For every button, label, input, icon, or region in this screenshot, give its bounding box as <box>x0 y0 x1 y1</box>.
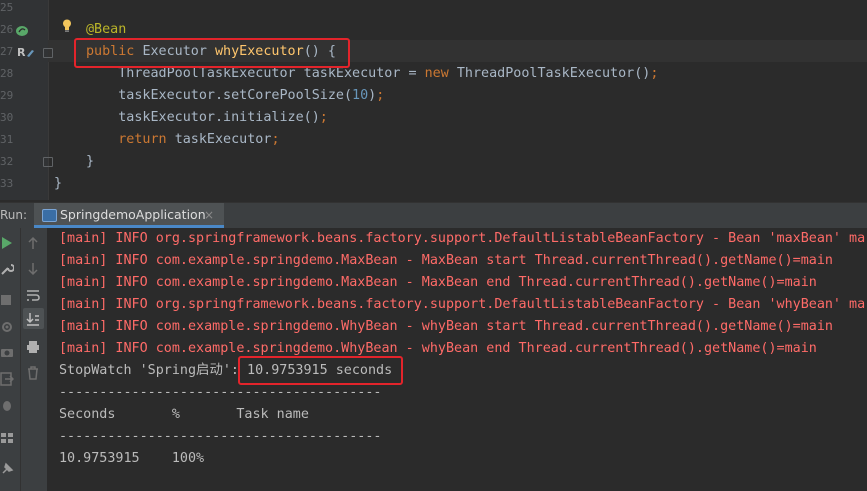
code-token: taskExecutor <box>174 132 272 147</box>
code-token: ; <box>319 110 328 125</box>
print-icon[interactable] <box>26 340 40 354</box>
line-number: 29 <box>0 89 14 102</box>
run-tab-label: SpringdemoApplication <box>60 207 206 222</box>
layout-icon[interactable] <box>0 432 14 444</box>
console-line: [main] INFO org.springframework.beans.fa… <box>59 297 867 312</box>
console-line: ---------------------------------------- <box>59 429 382 444</box>
code-line: taskExecutor.setCorePoolSize(10); <box>86 85 384 107</box>
fold-marker[interactable] <box>43 157 53 167</box>
line-number: 30 <box>0 111 14 124</box>
scroll-up-icon[interactable] <box>27 236 39 250</box>
wrench-icon[interactable] <box>0 262 14 276</box>
stop-icon[interactable] <box>0 294 12 306</box>
console-line: [main] INFO org.springframework.beans.fa… <box>59 231 867 246</box>
trash-icon[interactable] <box>26 366 40 380</box>
code-token: } <box>54 176 63 191</box>
code-token: taskExecutor.setCorePoolSize( <box>86 88 353 103</box>
line-number: 32 <box>0 155 14 168</box>
line-number: 28 <box>0 67 14 80</box>
run-toolbar <box>0 228 21 491</box>
run-label: Run: <box>0 208 28 222</box>
code-token: new <box>424 66 457 81</box>
console-toolbar <box>21 228 48 491</box>
code-line: return taskExecutor; <box>86 129 280 151</box>
debug-icon[interactable] <box>0 398 14 412</box>
tab-springdemo-application[interactable]: SpringdemoApplication × <box>34 203 224 228</box>
soft-wrap-icon[interactable] <box>26 288 40 302</box>
bean-gutter-icon[interactable] <box>15 24 29 37</box>
application-icon <box>42 209 57 222</box>
line-number: 25 <box>0 1 14 14</box>
console-line: Seconds % Task name <box>59 407 309 422</box>
code-token: @Bean <box>86 22 127 37</box>
console-line: ---------------------------------------- <box>59 385 382 400</box>
code-line: } <box>54 173 62 195</box>
code-token: taskExecutor.initialize() <box>86 110 320 125</box>
stopwatch-time-highlight <box>238 356 403 385</box>
console-line: 10.9753915 100% <box>59 451 205 466</box>
code-token: ; <box>650 66 659 81</box>
line-number: 27 <box>0 45 14 58</box>
exit-icon[interactable] <box>0 372 14 386</box>
camera-icon[interactable] <box>0 346 14 358</box>
scroll-to-end-icon[interactable] <box>26 312 40 326</box>
line-number: 31 <box>0 133 14 146</box>
method-signature-highlight <box>74 38 350 68</box>
run-tool-window-header: Run: SpringdemoApplication × <box>0 202 867 229</box>
code-token: ; <box>271 132 280 147</box>
svg-text:R: R <box>17 46 26 59</box>
settings-icon[interactable] <box>0 320 14 334</box>
code-line: } <box>86 151 94 173</box>
close-icon[interactable]: × <box>204 203 214 227</box>
code-token: ; <box>376 88 385 103</box>
code-editor[interactable]: 25 26 27 28 29 30 31 32 33 @Bean public Executor … <box>0 0 867 200</box>
override-gutter-icon[interactable]: R <box>17 45 35 59</box>
pin-icon[interactable] <box>0 462 14 476</box>
line-number: 26 <box>0 23 14 36</box>
console-output[interactable]: [main] INFO org.springframework.beans.fa… <box>48 228 867 491</box>
code-line: taskExecutor.initialize(); <box>86 107 328 129</box>
line-number: 33 <box>0 177 14 190</box>
console-line: [main] INFO com.example.springdemo.WhyBe… <box>59 319 833 334</box>
lightbulb-icon[interactable] <box>62 19 72 32</box>
console-line: [main] INFO com.example.springdemo.MaxBe… <box>59 253 833 268</box>
code-token: ThreadPoolTaskExecutor() <box>456 66 651 81</box>
code-token: 10 <box>352 88 369 103</box>
code-token: } <box>86 154 95 169</box>
rerun-icon[interactable] <box>1 236 13 250</box>
console-line: [main] INFO com.example.springdemo.WhyBe… <box>59 341 817 356</box>
console-line: [main] INFO com.example.springdemo.MaxBe… <box>59 275 817 290</box>
scroll-down-icon[interactable] <box>27 262 39 276</box>
code-token: return <box>118 132 175 147</box>
code-token: ThreadPoolTaskExecutor taskExecutor = <box>86 66 425 81</box>
fold-marker[interactable] <box>43 48 53 58</box>
